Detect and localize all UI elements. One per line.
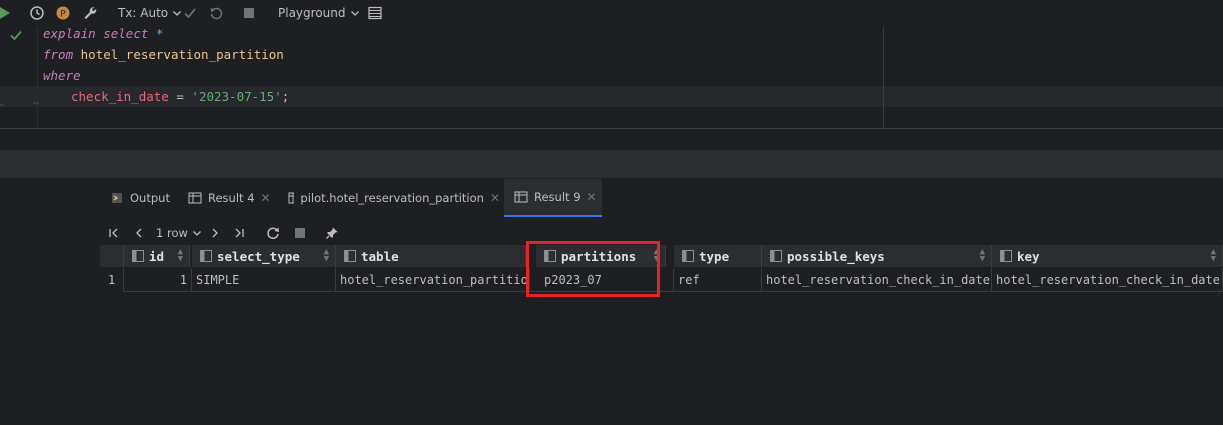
table-view-icon[interactable] <box>368 4 382 22</box>
refresh-icon[interactable] <box>266 224 280 242</box>
sort-icon[interactable]: ▲ ▼ <box>324 248 329 264</box>
column-header-key[interactable]: key ▲ ▼ <box>992 245 1223 267</box>
column-icon <box>682 250 694 262</box>
keyword-from: from <box>43 47 74 62</box>
chevron-down-icon <box>173 11 182 16</box>
keyword-select: select <box>103 26 149 41</box>
run-icon[interactable] <box>0 4 10 22</box>
tab-output[interactable]: Output <box>110 179 182 217</box>
stop-query-icon[interactable] <box>294 224 306 242</box>
tab-result-4[interactable]: Result 4 ✕ <box>188 179 280 217</box>
column-header-id[interactable]: id ▲ ▼ <box>124 245 190 267</box>
column-identifier: check_in_date <box>71 89 169 104</box>
next-page-icon[interactable] <box>209 224 221 242</box>
code-line-3: where <box>43 68 81 83</box>
row-count-dropdown[interactable]: 1 row <box>156 224 202 242</box>
sort-icon[interactable]: ▲ ▼ <box>1211 248 1216 264</box>
output-console-icon <box>112 193 122 203</box>
string-literal: '2023-07-15' <box>191 89 282 104</box>
close-icon[interactable]: ✕ <box>261 191 271 205</box>
grid-icon <box>188 192 202 204</box>
stop-icon[interactable] <box>243 4 255 22</box>
column-header-label: select_type <box>217 248 300 264</box>
column-header-label: table <box>361 248 399 264</box>
table-cell[interactable]: ref <box>674 268 762 292</box>
tab-result-4-label: Result 4 <box>208 191 255 205</box>
partitions-highlight-box <box>526 241 660 297</box>
table-cell[interactable]: SIMPLE <box>192 268 336 292</box>
right-margin-guide <box>883 27 884 128</box>
sort-icon[interactable]: ▲ ▼ <box>178 248 183 264</box>
column-header-label: possible_keys <box>787 248 885 264</box>
tab-table-view-label: pilot.hotel_reservation_partition <box>300 191 484 205</box>
column-header-select-type[interactable]: select_type ▲ ▼ <box>192 245 336 267</box>
keyword-where: where <box>43 68 81 83</box>
close-icon[interactable]: ✕ <box>587 190 597 204</box>
keyword-explain: explain <box>43 26 96 41</box>
query-toolbar: P Tx: Auto Playground <box>0 0 1223 27</box>
table-cell[interactable]: hotel_reservation_partition <box>336 268 530 292</box>
sort-icon[interactable]: ▲ ▼ <box>980 248 985 264</box>
last-page-icon[interactable] <box>233 224 245 242</box>
table-identifier: hotel_reservation_partition <box>80 47 284 62</box>
row-number[interactable]: 1 <box>100 268 124 292</box>
equals-operator: = <box>168 89 192 104</box>
column-header-label: type <box>699 248 730 264</box>
badge-letter: P <box>60 10 66 20</box>
close-icon[interactable]: ✕ <box>490 191 500 205</box>
editor-bottom-border <box>0 128 1223 129</box>
previous-page-icon[interactable] <box>133 224 145 242</box>
line-gutter-dash-icon <box>0 93 6 112</box>
rollback-icon[interactable] <box>209 4 223 22</box>
code-line-1: explain select * <box>43 26 163 41</box>
code-line-4: check_in_date = '2023-07-15'; <box>71 89 289 104</box>
transaction-mode-label: Tx: Auto <box>118 6 169 20</box>
pin-badge-icon[interactable]: P <box>56 4 70 22</box>
transaction-mode-dropdown[interactable]: Tx: Auto <box>118 4 182 22</box>
chevron-down-icon <box>351 11 360 16</box>
settings-wrench-icon[interactable] <box>82 4 98 22</box>
execution-success-icon <box>9 27 23 46</box>
commit-icon[interactable] <box>183 4 197 22</box>
grid-icon <box>514 191 528 203</box>
column-header-type[interactable]: type <box>674 245 762 267</box>
column-header-label: id <box>149 248 165 264</box>
fold-marker-icon[interactable] <box>32 92 40 111</box>
column-icon <box>1000 250 1012 262</box>
pin-tab-icon[interactable] <box>325 224 339 242</box>
table-cell[interactable]: hotel_reservation_check_in_date <box>762 268 992 292</box>
grid-icon <box>288 192 295 204</box>
schema-label: Playground <box>278 6 346 20</box>
star-symbol: * <box>155 26 164 41</box>
grid-corner <box>100 245 124 267</box>
schema-dropdown[interactable]: Playground <box>278 4 360 22</box>
tab-result-9-label: Result 9 <box>534 190 581 204</box>
gutter-separator <box>37 27 38 128</box>
chevron-down-icon <box>192 231 201 236</box>
services-panel-strip <box>0 150 1223 178</box>
tab-result-9[interactable]: Result 9 ✕ <box>504 179 602 217</box>
tab-table-view[interactable]: pilot.hotel_reservation_partition ✕ <box>288 179 500 217</box>
history-icon[interactable] <box>29 4 45 22</box>
row-count-label: 1 row <box>156 226 188 240</box>
column-header-label: key <box>1017 248 1040 264</box>
table-cell[interactable]: hotel_reservation_check_in_date <box>992 268 1223 292</box>
table-cell[interactable]: 1 <box>124 268 192 292</box>
code-line-2: from hotel_reservation_partition <box>43 47 284 62</box>
tab-output-label: Output <box>130 191 170 205</box>
column-header-table[interactable]: table <box>336 245 526 267</box>
column-icon <box>200 250 212 262</box>
semicolon: ; <box>281 89 290 104</box>
first-page-icon[interactable] <box>108 224 120 242</box>
sql-editor[interactable] <box>0 27 1223 128</box>
column-header-possible-keys[interactable]: possible_keys ▲ ▼ <box>762 245 992 267</box>
column-icon <box>344 250 356 262</box>
column-icon <box>132 250 144 262</box>
column-icon <box>770 250 782 262</box>
